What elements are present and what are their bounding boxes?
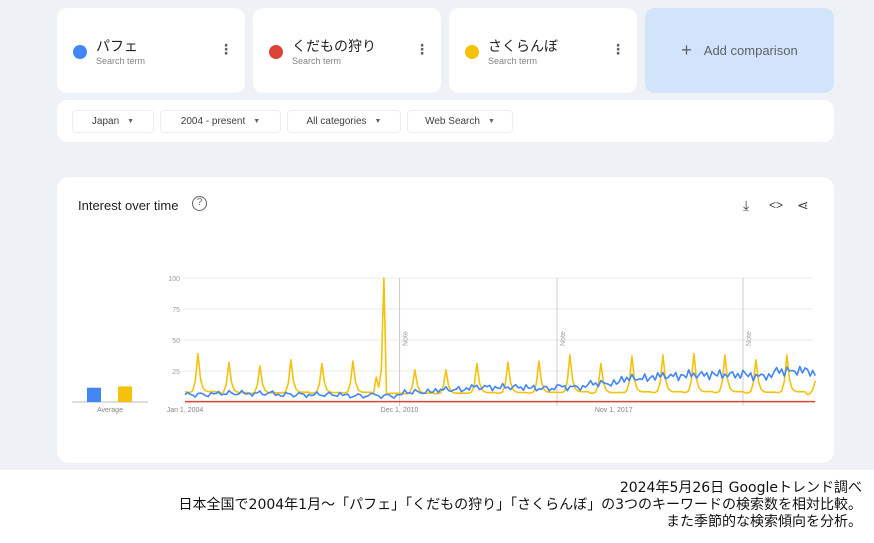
caption-line: 2024年5月26日 Googleトレンド調べ bbox=[619, 480, 862, 496]
x-tick-label: Dec 1, 2010 bbox=[381, 407, 419, 414]
y-tick-label: 75 bbox=[172, 307, 180, 314]
caption: 2024年5月26日 Googleトレンド調べ 日本全国で2004年1月～「パフ… bbox=[179, 480, 862, 531]
y-tick-label: 50 bbox=[172, 338, 180, 345]
x-tick-label: Nov 1, 2017 bbox=[595, 407, 633, 414]
series-line-sakuranbo bbox=[184, 277, 817, 396]
note-label: Note bbox=[746, 331, 753, 346]
note-label: Note bbox=[560, 331, 567, 346]
average-label: Average bbox=[97, 407, 123, 414]
caption-line: また季節的な検索傾向を分析。 bbox=[666, 514, 862, 530]
y-tick-label: 25 bbox=[172, 369, 180, 376]
note-label: Note bbox=[403, 331, 410, 346]
caption-line: 日本全国で2004年1月～「パフェ」「くだもの狩り」「さくらんぼ」の3つのキーワ… bbox=[178, 497, 862, 513]
line-chart: 25 50 75 100 Note Note Note Jan 1, 2004 Dec 1, 2… bbox=[72, 276, 817, 414]
average-bar bbox=[118, 386, 132, 402]
x-tick-label: Jan 1, 2004 bbox=[167, 407, 204, 414]
average-bar bbox=[87, 387, 101, 402]
y-tick-label: 100 bbox=[168, 276, 180, 283]
